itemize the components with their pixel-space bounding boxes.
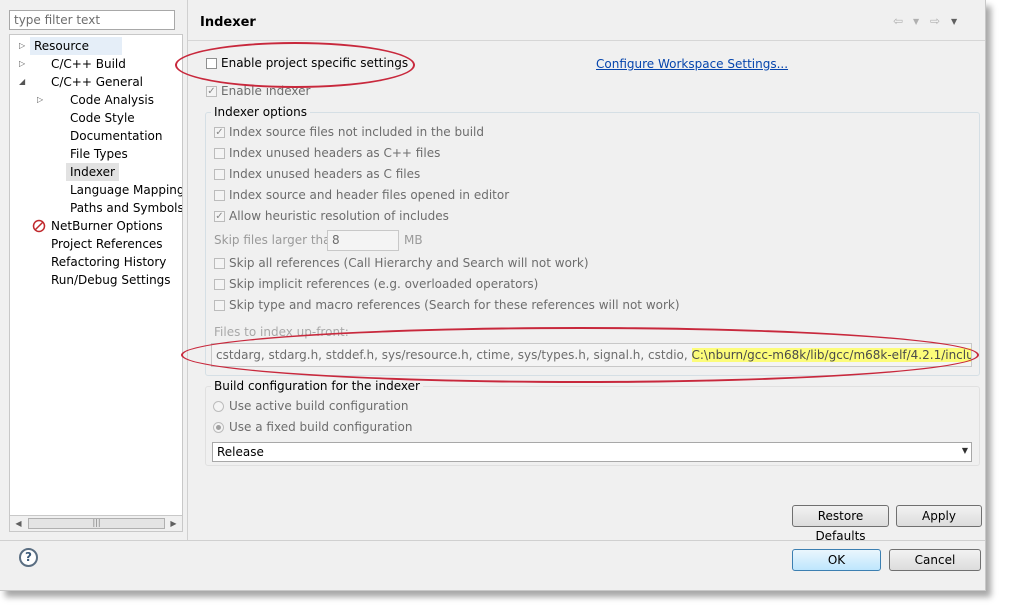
expand-arrow-icon[interactable]: ▷: [19, 55, 29, 73]
skip-all-references-label: Skip all references (Call Hierarchy and …: [229, 256, 589, 270]
build-config-select[interactable]: Release ▼: [212, 442, 972, 462]
tree-item-documentation[interactable]: Documentation: [70, 127, 163, 145]
back-dropdown-icon[interactable]: ▼: [913, 17, 919, 26]
tree-item-file-types[interactable]: File Types: [70, 145, 128, 163]
chevron-down-icon: ▼: [961, 446, 968, 455]
preferences-tree: ▷ Resource ▷ C/C++ Build ◢ C/C++ General…: [9, 34, 183, 516]
annotation-ellipse: [181, 327, 979, 383]
skip-larger-unit: MB: [404, 233, 423, 247]
tree-item-resource[interactable]: Resource: [30, 37, 122, 55]
footer-separator: [0, 540, 985, 541]
tree-item-indexer[interactable]: Indexer: [66, 163, 119, 181]
allow-heuristic-label: Allow heuristic resolution of includes: [229, 209, 449, 223]
index-unused-cpp-label: Index unused headers as C++ files: [229, 146, 441, 160]
index-opened-in-editor-label: Index source and header files opened in …: [229, 188, 510, 202]
expand-arrow-icon[interactable]: ▷: [37, 91, 47, 109]
forward-arrow-icon[interactable]: ⇨: [930, 14, 940, 28]
tree-horizontal-scrollbar[interactable]: ◀ ||| ▶: [9, 515, 183, 532]
cancel-button[interactable]: Cancel: [889, 549, 981, 571]
build-config-label: Build configuration for the indexer: [211, 379, 423, 393]
restore-defaults-button[interactable]: Restore Defaults: [792, 505, 889, 543]
annotation-ellipse: [175, 42, 415, 88]
scrollbar-thumb[interactable]: |||: [28, 518, 165, 529]
tree-item-language-mappings[interactable]: Language Mappings: [70, 181, 182, 199]
use-fixed-config-label: Use a fixed build configuration: [229, 420, 413, 434]
index-unused-cpp-checkbox[interactable]: [214, 148, 225, 159]
help-icon[interactable]: ?: [19, 548, 38, 567]
enable-indexer-checkbox[interactable]: ✓: [206, 86, 217, 97]
ok-button[interactable]: OK: [792, 549, 881, 571]
allow-heuristic-checkbox[interactable]: ✓: [214, 211, 225, 222]
use-active-config-label: Use active build configuration: [229, 399, 409, 413]
index-opened-in-editor-checkbox[interactable]: [214, 190, 225, 201]
collapse-arrow-icon[interactable]: ◢: [19, 73, 29, 91]
scroll-right-icon[interactable]: ▶: [166, 516, 181, 531]
tree-item-netburner-options[interactable]: NetBurner Options: [51, 217, 163, 235]
indexer-options-label: Indexer options: [211, 105, 310, 119]
view-menu-icon[interactable]: ▼: [951, 17, 957, 26]
use-active-config-radio[interactable]: [213, 401, 224, 412]
tree-item-project-references[interactable]: Project References: [51, 235, 163, 253]
skip-implicit-references-label: Skip implicit references (e.g. overloade…: [229, 277, 539, 291]
tree-item-run-debug-settings[interactable]: Run/Debug Settings: [51, 271, 171, 289]
index-unused-c-checkbox[interactable]: [214, 169, 225, 180]
netburner-icon: [32, 219, 46, 233]
tree-item-code-analysis[interactable]: Code Analysis: [70, 91, 154, 109]
tree-item-refactoring-history[interactable]: Refactoring History: [51, 253, 166, 271]
skip-implicit-references-checkbox[interactable]: [214, 279, 225, 290]
back-arrow-icon[interactable]: ⇦: [893, 14, 903, 28]
tree-item-paths-symbols[interactable]: Paths and Symbols: [70, 199, 182, 217]
apply-button[interactable]: Apply: [896, 505, 982, 527]
page-title: Indexer: [200, 15, 256, 30]
tree-item-cpp-build[interactable]: C/C++ Build: [51, 55, 126, 73]
skip-larger-label: Skip files larger than:: [214, 233, 343, 247]
configure-workspace-link[interactable]: Configure Workspace Settings...: [596, 57, 788, 71]
expand-arrow-icon[interactable]: ▷: [19, 37, 29, 55]
panel-divider[interactable]: [187, 0, 188, 540]
tree-item-code-style[interactable]: Code Style: [70, 109, 135, 127]
index-source-not-in-build-checkbox[interactable]: ✓: [214, 127, 225, 138]
tree-item-cpp-general[interactable]: C/C++ General: [51, 73, 143, 91]
use-fixed-config-radio[interactable]: [213, 422, 224, 433]
skip-larger-input[interactable]: 8: [327, 230, 399, 251]
build-config-selected: Release: [217, 445, 264, 459]
scroll-left-icon[interactable]: ◀: [11, 516, 26, 531]
filter-input[interactable]: type filter text: [9, 10, 175, 30]
index-source-not-in-build-label: Index source files not included in the b…: [229, 125, 484, 139]
index-unused-c-label: Index unused headers as C files: [229, 167, 421, 181]
header-separator: [188, 40, 985, 41]
skip-type-macro-checkbox[interactable]: [214, 300, 225, 311]
skip-type-macro-label: Skip type and macro references (Search f…: [229, 298, 680, 312]
skip-all-references-checkbox[interactable]: [214, 258, 225, 269]
